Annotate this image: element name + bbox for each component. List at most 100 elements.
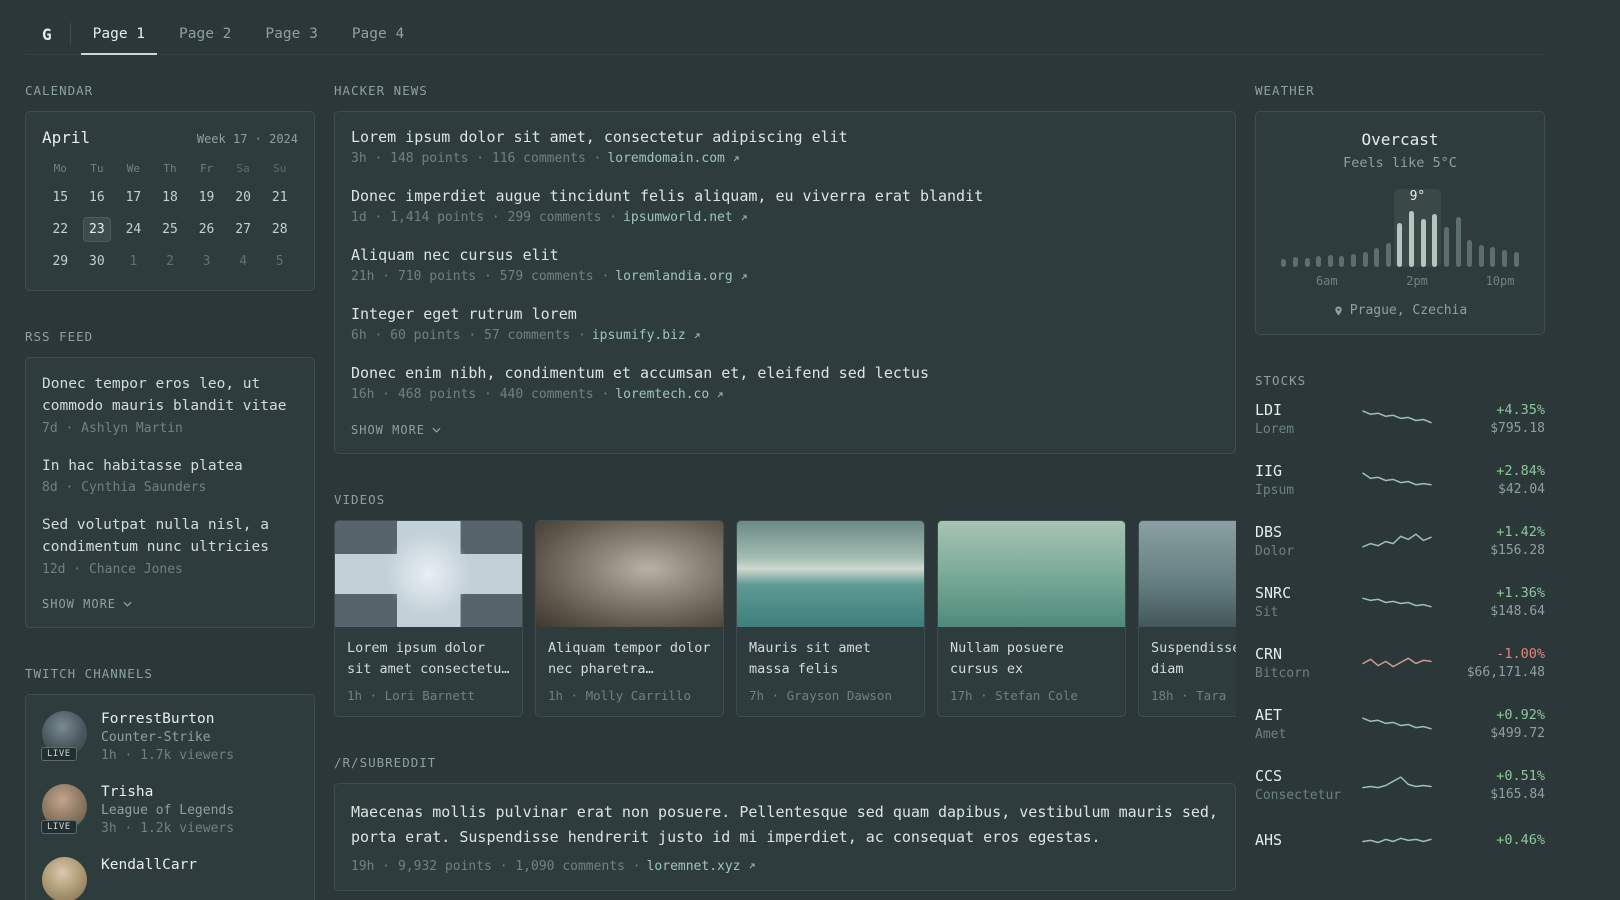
weather-bar	[1478, 245, 1484, 267]
video-thumbnail[interactable]	[938, 521, 1125, 627]
location-pin-icon	[1335, 305, 1342, 316]
hn-item: Lorem ipsum dolor sit amet, consectetur …	[351, 128, 1219, 166]
stock-right: -1.00% $66,171.48	[1449, 646, 1545, 680]
rss-card: Donec tempor eros leo, ut commodo mauris…	[25, 357, 315, 628]
calendar-day: 27	[235, 222, 251, 237]
video-body: Mauris sit amet massa felis 7h · Grayson…	[737, 627, 924, 716]
hn-item-meta: 3h · 148 points · 116 comments · loremdo…	[351, 151, 1219, 166]
hn-item-title[interactable]: Integer eget rutrum lorem	[351, 305, 1219, 323]
video-card[interactable]: Suspendisse sagittis diam 18h · Tara	[1138, 520, 1236, 717]
calendar-day-header: Mo	[53, 162, 67, 175]
video-card[interactable]: Nullam posuere cursus ex 17h · Stefan Co…	[937, 520, 1126, 717]
rss-show-more-button[interactable]: SHOW MORE	[42, 597, 298, 611]
calendar-day: 1	[129, 254, 138, 269]
calendar-day: 20	[235, 190, 251, 205]
subreddit-widget: /R/SUBREDDIT Maecenas mollis pulvinar er…	[334, 755, 1236, 891]
twitch-game[interactable]: League of Legends	[101, 803, 234, 818]
stock-ticker[interactable]: CRN	[1255, 645, 1345, 663]
video-title[interactable]: Mauris sit amet massa felis	[749, 638, 912, 680]
video-meta: 17h · Stefan Cole	[950, 688, 1078, 703]
twitch-avatar[interactable]: LIVE	[41, 783, 87, 834]
tab-page-2[interactable]: Page 2	[167, 14, 243, 55]
right-column: WEATHER Overcast Feels like 5°C 9° 6am 2p…	[1255, 83, 1545, 900]
hn-domain-link[interactable]: loremtech.co	[615, 387, 709, 402]
videos-widget-title: VIDEOS	[334, 492, 386, 507]
hn-item-title[interactable]: Donec enim nibh, condimentum et accumsan…	[351, 364, 1219, 382]
calendar-day: 22	[52, 222, 69, 237]
weather-location: Prague, Czechia	[1272, 303, 1528, 318]
app-logo[interactable]: G	[25, 14, 70, 54]
twitch-game[interactable]: Counter-Strike	[101, 730, 234, 745]
stock-change: +0.51%	[1496, 768, 1545, 784]
subreddit-meta-text: 19h · 9,932 points · 1,090 comments ·	[351, 858, 641, 874]
video-title[interactable]: Nullam posuere cursus ex	[950, 638, 1113, 680]
video-thumbnail[interactable]	[335, 521, 522, 627]
subreddit-domain-link[interactable]: loremnet.xyz	[647, 859, 741, 874]
stock-ticker[interactable]: AET	[1255, 706, 1345, 724]
stock-change: +0.46%	[1496, 831, 1545, 848]
video-meta: 1h · Molly Carrillo	[548, 688, 691, 703]
calendar-day: 18	[162, 190, 178, 205]
hn-domain-link[interactable]: ipsumify.biz	[592, 328, 686, 343]
nav-divider	[69, 23, 71, 45]
weather-time-label: 2pm	[1406, 274, 1428, 288]
stock-price: $165.84	[1490, 787, 1545, 802]
video-card[interactable]: Mauris sit amet massa felis 7h · Grayson…	[736, 520, 925, 717]
weather-feels-like: Feels like 5°C	[1343, 155, 1457, 171]
twitch-avatar[interactable]: LIVE	[41, 710, 87, 761]
rss-item-title[interactable]: Donec tempor eros leo, ut commodo mauris…	[42, 374, 298, 418]
hn-domain-link[interactable]: loremlandia.org	[615, 269, 732, 284]
stock-sparkline	[1345, 467, 1449, 493]
video-card[interactable]: Aliquam tempor dolor nec pharetra… 1h · …	[535, 520, 724, 717]
stock-ticker[interactable]: CCS	[1255, 767, 1345, 785]
stock-sparkline	[1345, 772, 1449, 798]
stock-ticker[interactable]: AHS	[1255, 831, 1345, 849]
stock-sparkline	[1345, 828, 1449, 854]
calendar-card: April Week 17 · 2024 Mo Tu We Th Fr Sa Su 15 16 1…	[25, 111, 315, 291]
stock-ticker[interactable]: IIG	[1255, 462, 1345, 480]
main-content: CALENDAR April Week 17 · 2024 Mo Tu We Th Fr…	[25, 83, 1545, 900]
video-thumbnail[interactable]	[737, 521, 924, 627]
video-title[interactable]: Aliquam tempor dolor nec pharetra…	[548, 638, 711, 680]
rss-item-title[interactable]: Sed volutpat nulla nisl, a condimentum n…	[42, 515, 298, 559]
tab-page-3[interactable]: Page 3	[253, 14, 329, 55]
stock-ticker[interactable]: LDI	[1255, 401, 1345, 419]
rss-item-title[interactable]: In hac habitasse platea	[42, 456, 298, 478]
weather-widget-title: WEATHER	[1255, 83, 1315, 98]
calendar-day: 19	[198, 190, 215, 205]
twitch-channel-name[interactable]: KendallCarr	[101, 857, 197, 873]
hn-item-title[interactable]: Lorem ipsum dolor sit amet, consectetur …	[351, 128, 1219, 146]
video-title[interactable]: Suspendisse sagittis diam	[1151, 638, 1236, 680]
hn-item-title[interactable]: Donec imperdiet augue tincidunt felis al…	[351, 187, 1219, 205]
rss-item: Sed volutpat nulla nisl, a condimentum n…	[42, 515, 298, 577]
weather-location-text: Prague, Czechia	[1349, 303, 1468, 318]
twitch-channel-name[interactable]: ForrestBurton	[101, 711, 234, 727]
hn-item-meta: 16h · 468 points · 440 comments · loremt…	[351, 387, 1219, 402]
video-thumbnail[interactable]	[536, 521, 723, 627]
twitch-channel-name[interactable]: Trisha	[101, 784, 234, 800]
stock-price: $148.64	[1490, 604, 1545, 619]
stock-row: CRN Bitcorn -1.00% $66,171.48	[1255, 645, 1545, 681]
stock-ticker[interactable]: DBS	[1255, 523, 1345, 541]
external-link-icon	[694, 332, 700, 338]
calendar-day: 5	[275, 254, 284, 269]
tab-page-4[interactable]: Page 4	[340, 14, 416, 55]
hn-domain-link[interactable]: ipsumworld.net	[623, 210, 733, 225]
hn-item-meta: 1d · 1,414 points · 299 comments · ipsum…	[351, 210, 1219, 225]
video-card[interactable]: Lorem ipsum dolor sit amet consectetu… 1…	[334, 520, 523, 717]
stock-name: Dolor	[1255, 544, 1295, 559]
hn-domain-link[interactable]: loremdomain.com	[607, 151, 724, 166]
subreddit-post-title[interactable]: Maecenas mollis pulvinar erat non posuer…	[351, 800, 1219, 850]
external-link-icon	[741, 273, 747, 279]
hn-item-title[interactable]: Aliquam nec cursus elit	[351, 246, 1219, 264]
weather-bar	[1490, 247, 1496, 267]
video-title[interactable]: Lorem ipsum dolor sit amet consectetu…	[347, 638, 510, 680]
video-thumbnail[interactable]	[1139, 521, 1236, 627]
video-body: Suspendisse sagittis diam 18h · Tara	[1139, 627, 1236, 716]
stock-ticker[interactable]: SNRC	[1255, 584, 1345, 602]
hn-meta-text: 1d · 1,414 points · 299 comments ·	[351, 210, 618, 225]
tab-page-1[interactable]: Page 1	[80, 14, 158, 55]
twitch-avatar[interactable]	[42, 856, 87, 900]
stock-row: IIG Ipsum +2.84% $42.04	[1255, 462, 1545, 498]
hackernews-show-more-button[interactable]: SHOW MORE	[351, 423, 1219, 437]
